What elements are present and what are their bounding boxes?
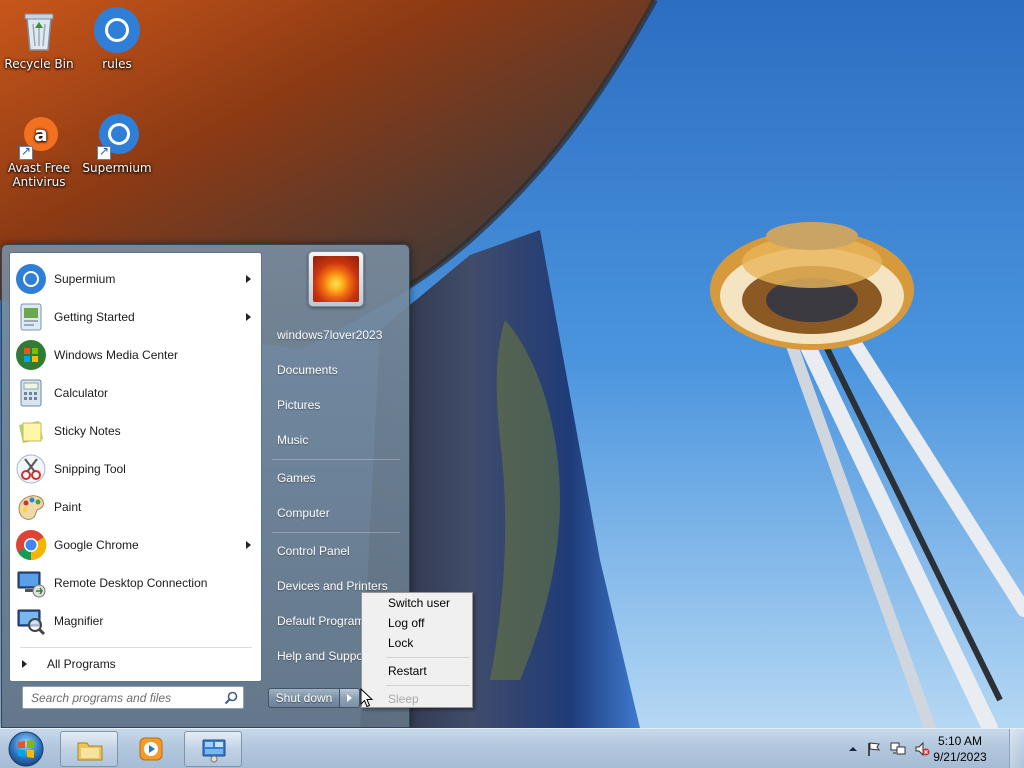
desktop-icon-label: Recycle Bin [4, 57, 74, 71]
show-hidden-icons-button[interactable] [845, 741, 861, 757]
all-programs-label: All Programs [47, 657, 116, 671]
program-label: Google Chrome [54, 538, 139, 552]
action-center-flag-icon[interactable] [866, 741, 882, 757]
link-control-panel[interactable]: Control Panel [277, 544, 350, 558]
network-icon[interactable] [890, 741, 906, 757]
program-label: Remote Desktop Connection [54, 576, 208, 590]
remote-desktop-icon [15, 567, 47, 599]
link-help-and-support[interactable]: Help and Support [277, 649, 370, 663]
program-item-paint[interactable]: Paint [13, 489, 259, 525]
getting-started-icon [15, 301, 47, 333]
program-item-magnifier[interactable]: Magnifier [13, 603, 259, 639]
program-item-remote-desktop[interactable]: Remote Desktop Connection [13, 565, 259, 601]
shut-down-button[interactable]: Shut down [268, 688, 340, 708]
link-devices-and-printers[interactable]: Devices and Printers [277, 579, 388, 593]
program-label: Supermium [54, 272, 116, 286]
program-item-snipping-tool[interactable]: Snipping Tool [13, 451, 259, 487]
supermium-icon [15, 263, 47, 295]
program-label: Windows Media Center [54, 348, 179, 362]
menu-item-sleep: Sleep [388, 692, 419, 706]
program-item-supermium[interactable]: Supermium [13, 261, 259, 297]
clock-date[interactable]: 9/21/2023 [920, 750, 1000, 764]
shortcut-arrow-icon [19, 144, 33, 160]
desktop-icon-recycle-bin[interactable]: Recycle Bin [0, 6, 78, 71]
menu-item-lock[interactable]: Lock [388, 636, 413, 650]
flower-picture [313, 256, 359, 302]
program-item-getting-started[interactable]: Getting Started [13, 299, 259, 335]
mouse-cursor-icon [360, 688, 374, 708]
program-label: Magnifier [54, 614, 104, 628]
desktop-icon-supermium[interactable]: Supermium [78, 112, 156, 175]
recycle-bin-icon [15, 6, 63, 54]
link-documents[interactable]: Documents [277, 363, 338, 377]
taskbar-control-panel-button[interactable] [184, 731, 242, 767]
link-computer[interactable]: Computer [277, 506, 330, 520]
program-label: Paint [54, 500, 82, 514]
start-menu-programs-pane: Supermium Getting Started Windows Media … [9, 252, 262, 682]
expand-arrow-icon [22, 660, 27, 668]
paint-icon [15, 491, 47, 523]
chromium-icon [93, 6, 141, 54]
menu-separator [386, 685, 470, 686]
program-item-sticky-notes[interactable]: Sticky Notes [13, 413, 259, 449]
link-music[interactable]: Music [277, 433, 308, 447]
menu-separator [386, 657, 470, 658]
program-label: Sticky Notes [54, 424, 121, 438]
clock-time[interactable]: 5:10 AM [920, 734, 1000, 748]
submenu-arrow-icon [246, 313, 251, 321]
submenu-arrow-icon [246, 275, 251, 283]
desktop-icon-label: Avast Free Antivirus [7, 161, 71, 189]
link-games[interactable]: Games [277, 471, 316, 485]
program-item-google-chrome[interactable]: Google Chrome [13, 527, 259, 563]
link-default-programs[interactable]: Default Programs [277, 614, 370, 628]
calculator-icon [15, 377, 47, 409]
sticky-notes-icon [15, 415, 47, 447]
program-item-windows-media-center[interactable]: Windows Media Center [13, 337, 259, 373]
submenu-arrow-icon [246, 541, 251, 549]
menu-item-switch-user[interactable]: Switch user [388, 596, 450, 610]
media-player-icon [139, 737, 163, 761]
all-programs-button[interactable]: All Programs [14, 651, 258, 677]
chrome-icon [15, 529, 47, 561]
control-panel-icon [202, 739, 226, 763]
menu-item-restart[interactable]: Restart [388, 664, 427, 678]
search-icon[interactable] [224, 691, 238, 705]
program-label: Snipping Tool [54, 462, 126, 476]
folder-icon [77, 742, 103, 761]
desktop-icon-rules[interactable]: rules [78, 6, 156, 71]
svg-text:a: a [34, 122, 48, 146]
desktop-icon-label: Supermium [82, 161, 152, 175]
taskbar: 5:10 AM 9/21/2023 [0, 728, 1024, 768]
start-menu: Supermium Getting Started Windows Media … [1, 244, 410, 728]
program-label: Calculator [54, 386, 109, 400]
chevron-right-icon [347, 694, 352, 702]
shutdown-options-button[interactable] [340, 688, 360, 708]
link-user-folder[interactable]: windows7lover2023 [277, 328, 382, 342]
shutdown-options-menu: Switch user Log off Lock Restart Sleep [361, 592, 473, 708]
program-label: Getting Started [54, 310, 135, 324]
magnifier-icon [15, 605, 47, 637]
start-button[interactable] [5, 730, 47, 768]
divider [272, 532, 400, 533]
search-input[interactable] [23, 687, 219, 708]
supermium-icon [93, 112, 141, 160]
divider [272, 459, 400, 460]
user-avatar[interactable] [308, 251, 364, 307]
snipping-tool-icon [15, 453, 47, 485]
taskbar-explorer-button[interactable] [60, 731, 118, 767]
avast-icon: a [15, 112, 63, 160]
taskbar-media-player-button[interactable] [122, 731, 180, 767]
shortcut-arrow-icon [97, 144, 111, 160]
divider [20, 647, 252, 648]
show-desktop-button[interactable] [1009, 729, 1024, 768]
menu-item-log-off[interactable]: Log off [388, 616, 424, 630]
link-pictures[interactable]: Pictures [277, 398, 320, 412]
program-item-calculator[interactable]: Calculator [13, 375, 259, 411]
search-box[interactable] [22, 686, 244, 709]
desktop-icon-avast[interactable]: a Avast Free Antivirus [0, 112, 78, 189]
desktop-icon-label: rules [102, 57, 132, 71]
media-center-icon [15, 339, 47, 371]
